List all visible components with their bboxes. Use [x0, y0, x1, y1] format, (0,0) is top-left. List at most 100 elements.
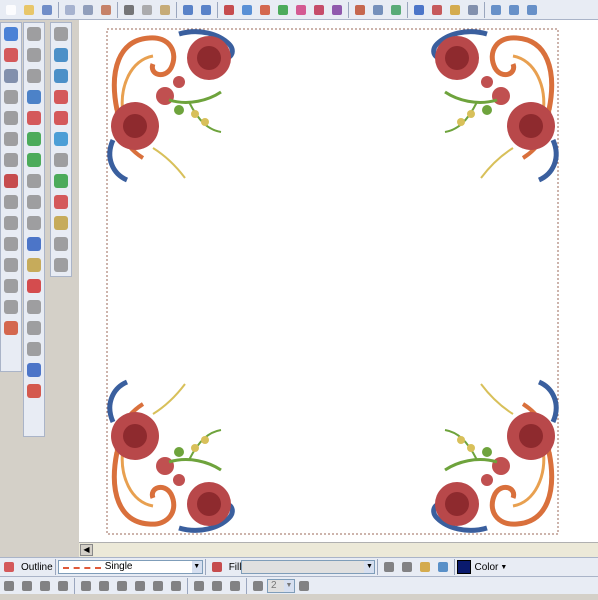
lettering-tool-icon[interactable]: [25, 214, 43, 232]
pen-tool-icon[interactable]: [25, 46, 43, 64]
feather-tool-icon[interactable]: [52, 214, 70, 232]
color-wheel-icon[interactable]: [417, 559, 433, 575]
hide-icon[interactable]: [329, 2, 345, 18]
space-vertical-icon[interactable]: [209, 578, 225, 594]
refresh-tool-icon[interactable]: [52, 25, 70, 43]
star-tool-icon[interactable]: [2, 46, 20, 64]
fill-style-select[interactable]: ▼: [241, 560, 376, 574]
ring-tool-icon[interactable]: [2, 172, 20, 190]
cross-stitch-icon[interactable]: [25, 361, 43, 379]
cut-icon[interactable]: [121, 2, 137, 18]
align-top-icon[interactable]: [132, 578, 148, 594]
wave-tool-icon[interactable]: [25, 130, 43, 148]
zoom-fit-icon[interactable]: [524, 2, 540, 18]
align-icon[interactable]: [370, 2, 386, 18]
travel-icon[interactable]: [311, 2, 327, 18]
align-right-icon[interactable]: [114, 578, 130, 594]
curve-tool-icon[interactable]: [25, 172, 43, 190]
corner-motif-top-right[interactable]: [434, 32, 556, 180]
design-canvas[interactable]: [79, 20, 598, 542]
color-label[interactable]: Color: [474, 562, 498, 573]
settings-tool-icon[interactable]: [2, 298, 20, 316]
play-tool-icon[interactable]: [25, 298, 43, 316]
corner-motif-top-left[interactable]: [110, 32, 232, 180]
ungroup-icon[interactable]: [55, 578, 71, 594]
print-icon[interactable]: [80, 2, 96, 18]
show-icon[interactable]: [352, 2, 368, 18]
center-icon[interactable]: [227, 578, 243, 594]
unlock-icon[interactable]: [19, 578, 35, 594]
horizontal-scrollbar[interactable]: ◀: [79, 542, 598, 557]
stitch-angle-icon[interactable]: [381, 559, 397, 575]
select-tool-icon[interactable]: [2, 25, 20, 43]
frame-tool-icon[interactable]: [25, 340, 43, 358]
zoom-out-icon[interactable]: [506, 2, 522, 18]
fill-tool-icon[interactable]: [2, 277, 20, 295]
heart-tool-icon[interactable]: [52, 256, 70, 274]
fill-label[interactable]: Fill: [229, 562, 242, 573]
copy-icon[interactable]: [139, 2, 155, 18]
new-icon[interactable]: [3, 2, 19, 18]
open-icon[interactable]: [21, 2, 37, 18]
outline-icon[interactable]: [1, 559, 17, 575]
align-middle-icon[interactable]: [150, 578, 166, 594]
measure-icon[interactable]: [429, 2, 445, 18]
stitch-direction-icon[interactable]: [399, 559, 415, 575]
align-bottom-icon[interactable]: [168, 578, 184, 594]
corner-motif-bottom-left[interactable]: [110, 382, 232, 530]
reshape-tool-icon[interactable]: [2, 67, 20, 85]
wizard-icon[interactable]: [293, 2, 309, 18]
dots-grid-icon[interactable]: [52, 109, 70, 127]
badge-tool-icon[interactable]: [25, 277, 43, 295]
zoom-in-icon[interactable]: [488, 2, 504, 18]
space-horizontal-icon[interactable]: [191, 578, 207, 594]
arrow-tool-icon[interactable]: [2, 109, 20, 127]
corner-motif-bottom-right[interactable]: [434, 382, 556, 530]
line-style-select[interactable]: Single ▼: [57, 560, 203, 574]
print-preview-icon[interactable]: [62, 2, 78, 18]
grid-fill-icon[interactable]: [52, 130, 70, 148]
appliqué-tool-icon[interactable]: [25, 256, 43, 274]
chevron-down-icon[interactable]: ▼: [364, 561, 375, 573]
circle-tool-icon[interactable]: [52, 193, 70, 211]
arrange-icon[interactable]: [388, 2, 404, 18]
star-outline-icon[interactable]: [25, 88, 43, 106]
triangle-fill-icon[interactable]: [2, 235, 20, 253]
chevron-down-icon[interactable]: ▼: [191, 561, 202, 573]
align-left-icon[interactable]: [78, 578, 94, 594]
distribute-icon[interactable]: [296, 578, 312, 594]
outline-label[interactable]: Outline: [21, 562, 53, 573]
options-icon[interactable]: [465, 2, 481, 18]
pattern-tool-icon[interactable]: [25, 193, 43, 211]
fill-icon[interactable]: [209, 559, 225, 575]
picture-icon[interactable]: [411, 2, 427, 18]
chevron-down-icon[interactable]: ▼: [284, 580, 294, 592]
hoop-settings-icon[interactable]: [447, 2, 463, 18]
redo-icon[interactable]: [198, 2, 214, 18]
gear-tool-icon[interactable]: [2, 256, 20, 274]
color-swatch[interactable]: [457, 560, 472, 574]
color-tool-icon[interactable]: [2, 319, 20, 337]
align-center-icon[interactable]: [96, 578, 112, 594]
cloud-tool-icon[interactable]: [25, 319, 43, 337]
grid-icon[interactable]: [221, 2, 237, 18]
lock-icon[interactable]: [1, 578, 17, 594]
undo-icon[interactable]: [180, 2, 196, 18]
triangle-tool-icon[interactable]: [2, 88, 20, 106]
hoop-icon[interactable]: [98, 2, 114, 18]
rotate-tool-icon[interactable]: [2, 130, 20, 148]
spacing-icon[interactable]: [250, 578, 266, 594]
text-tool-icon[interactable]: [25, 235, 43, 253]
color-icon[interactable]: [275, 2, 291, 18]
burst-tool-icon[interactable]: [25, 67, 43, 85]
paste-icon[interactable]: [157, 2, 173, 18]
dice-tool-icon[interactable]: [25, 382, 43, 400]
cross-tool-icon[interactable]: [52, 46, 70, 64]
group-icon[interactable]: [37, 578, 53, 594]
scroll-left-icon[interactable]: ◀: [80, 544, 93, 556]
column-tool-icon[interactable]: [2, 193, 20, 211]
rectangle-tool-icon[interactable]: [2, 151, 20, 169]
shape-tool-icon[interactable]: [2, 214, 20, 232]
spacing-select[interactable]: 2 ▼: [267, 579, 295, 593]
palette-icon[interactable]: [435, 559, 451, 575]
